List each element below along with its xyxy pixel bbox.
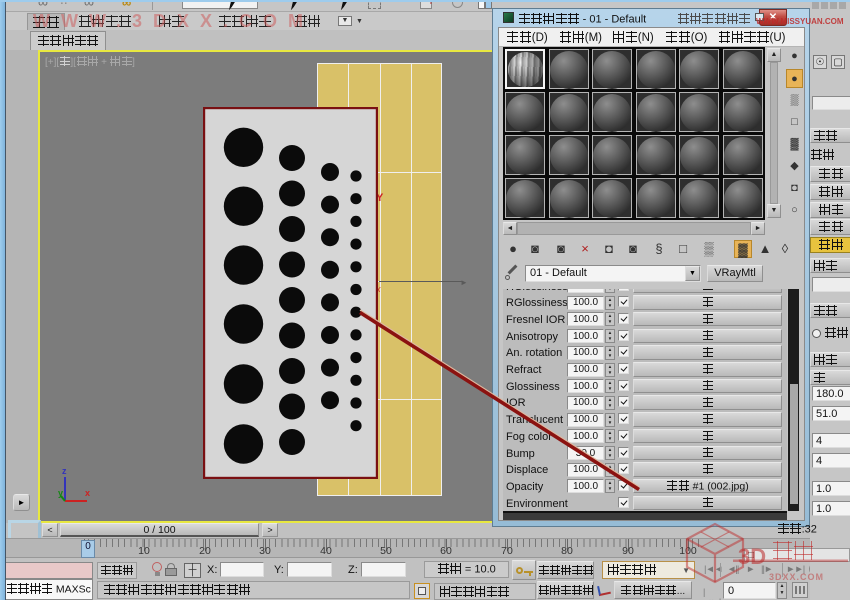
svg-text:x: x: [85, 488, 90, 498]
svg-text:y: y: [58, 488, 63, 498]
svg-text:z: z: [62, 466, 67, 476]
